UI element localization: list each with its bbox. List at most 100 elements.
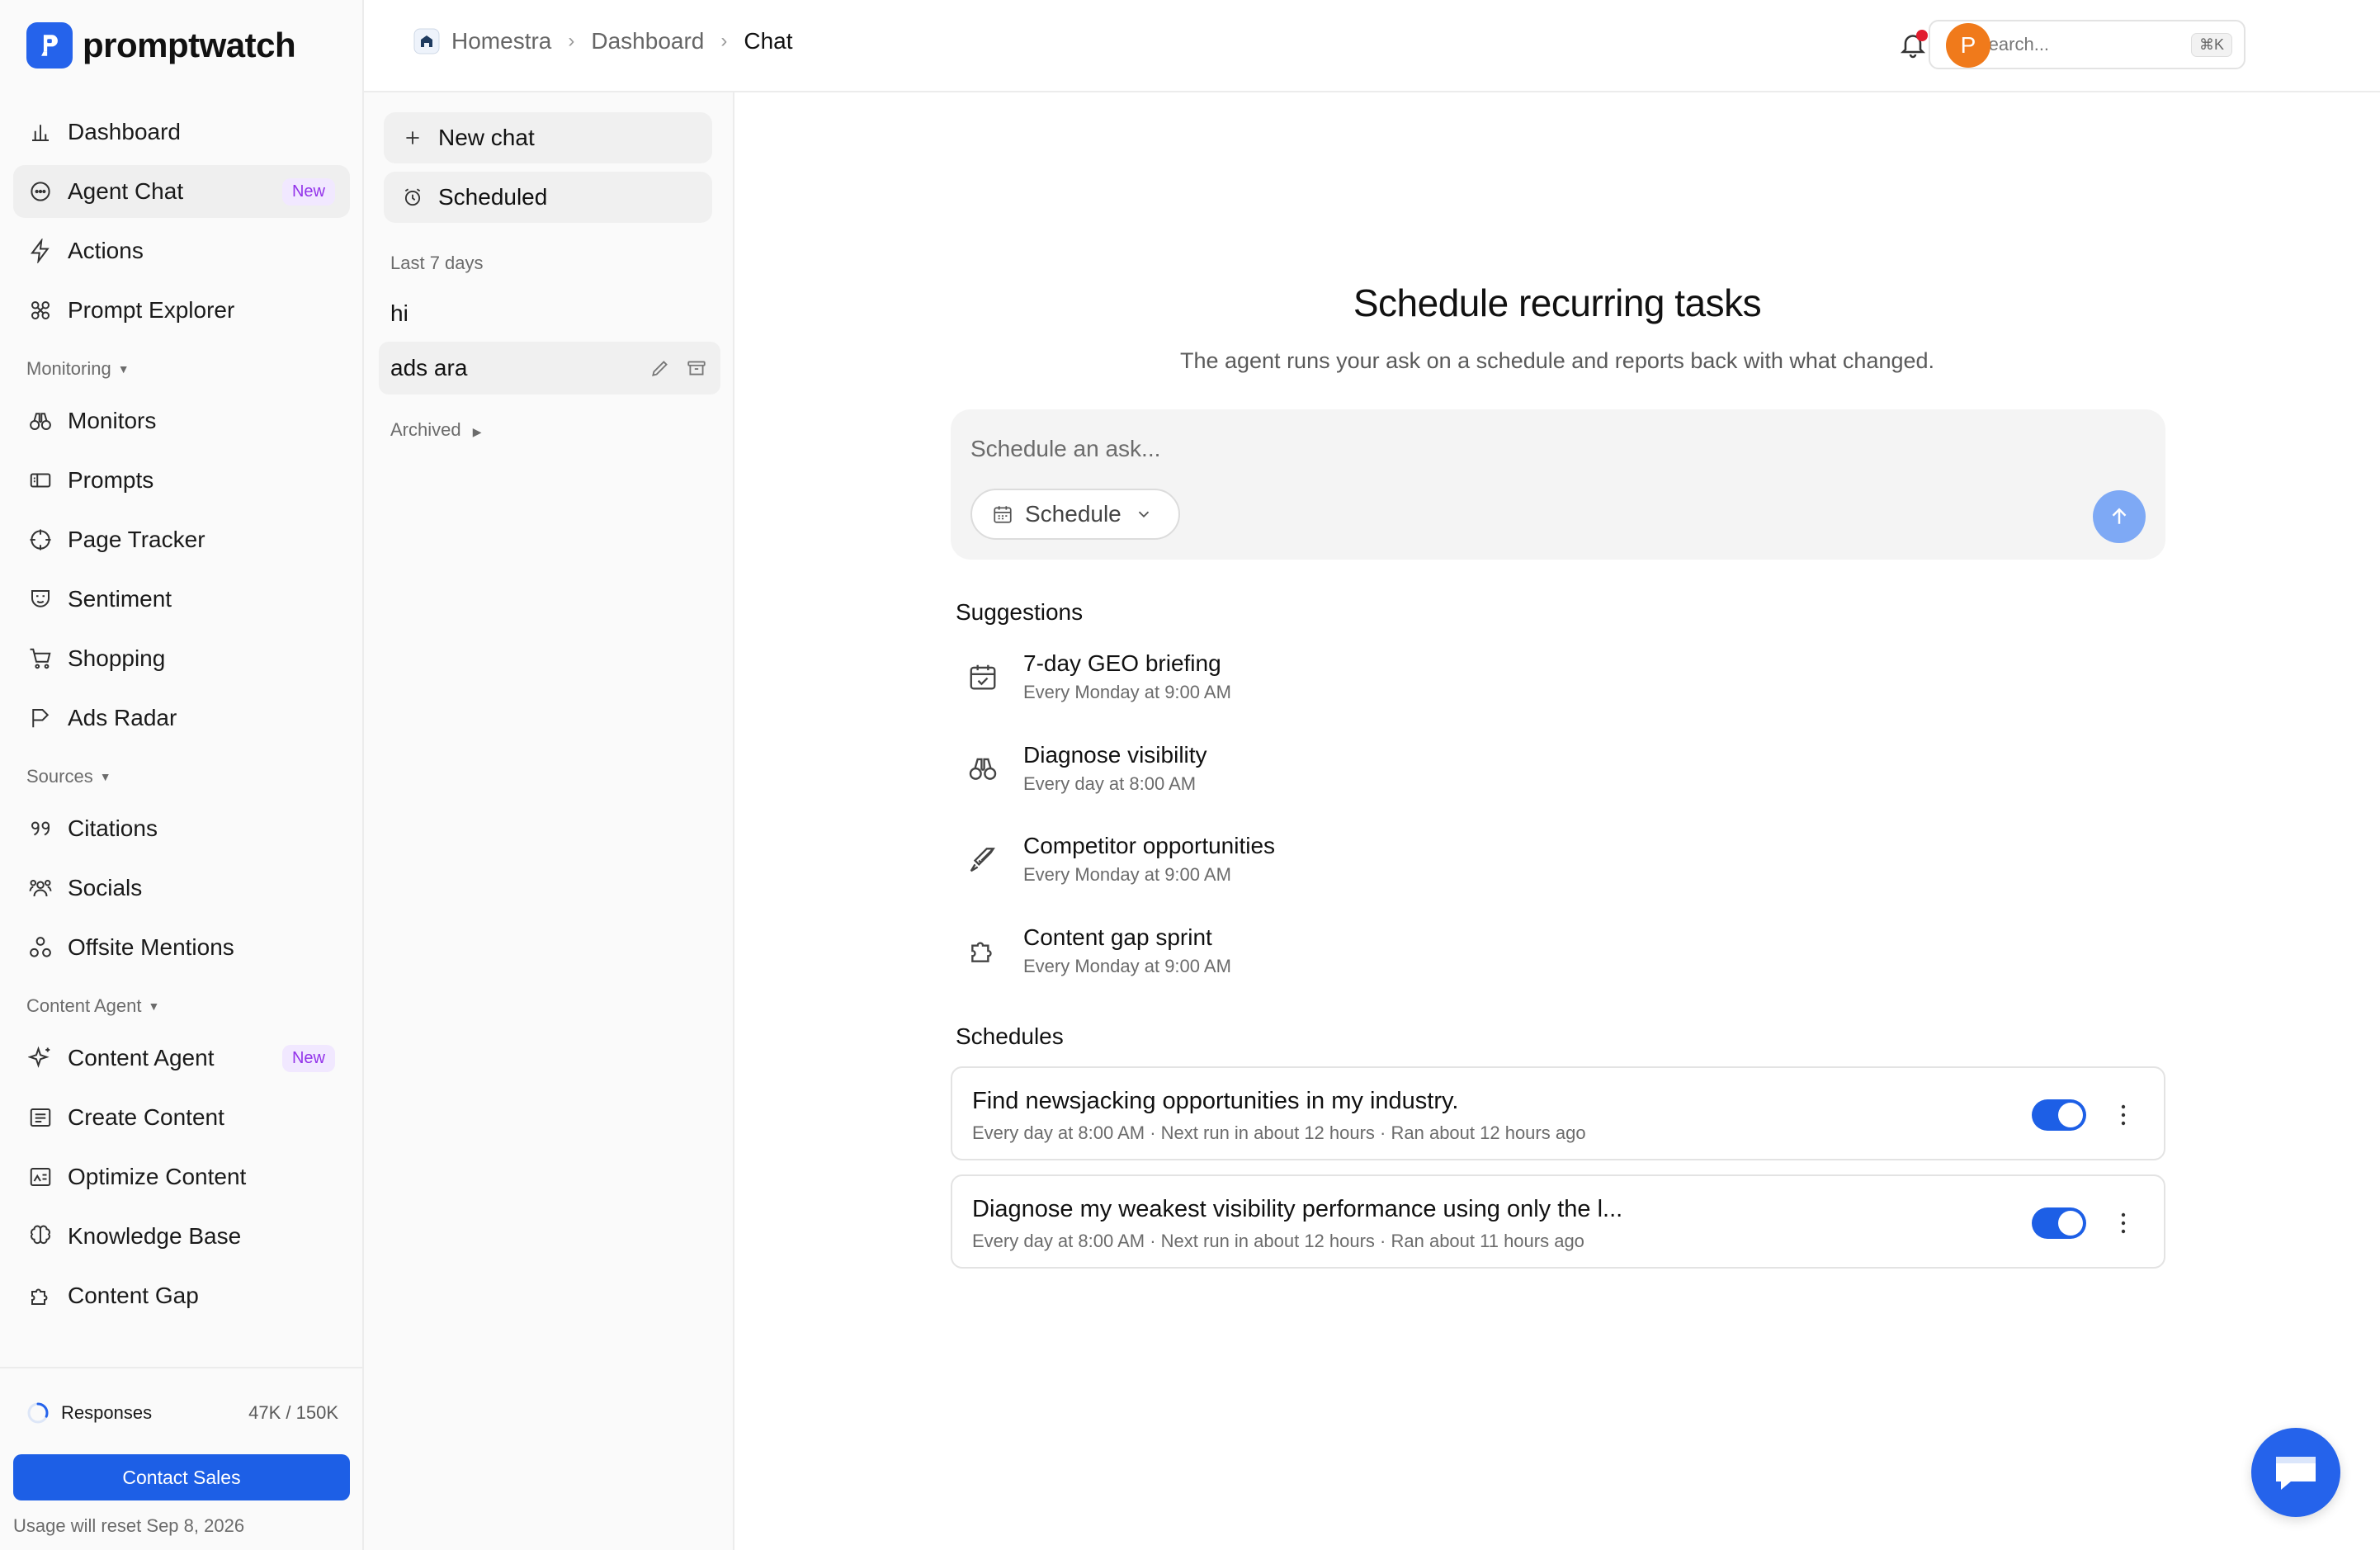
new-chat-button[interactable]: New chat — [384, 112, 712, 163]
sidebar: promptwatch Dashboard Agent Chat New Act… — [0, 0, 364, 1550]
sidebar-item-content-agent[interactable]: Content Agent New — [13, 1032, 350, 1085]
quote-icon — [31, 821, 50, 836]
send-button[interactable] — [2093, 490, 2146, 543]
schedule-ask-input[interactable]: Schedule an ask... — [970, 436, 1160, 462]
sidebar-item-dashboard[interactable]: Dashboard — [13, 106, 350, 158]
cart-icon — [30, 648, 51, 669]
sidebar-item-create-content[interactable]: Create Content — [13, 1091, 350, 1144]
section-label: Sources — [26, 766, 93, 787]
sidebar-item-shopping[interactable]: Shopping — [13, 632, 350, 685]
sidebar-item-label: Content Agent — [68, 1045, 215, 1070]
puzzle-icon — [971, 942, 992, 962]
brand-name: promptwatch — [83, 26, 296, 64]
archived-toggle[interactable]: Archived ▶ — [390, 419, 482, 441]
shortcut-hint: ⌘K — [2190, 33, 2232, 57]
breadcrumb: Homestra › Dashboard › Chat — [413, 28, 793, 54]
chat-list-item[interactable]: hi — [379, 287, 720, 340]
section-content-agent[interactable]: Content Agent ▼ — [13, 985, 350, 1027]
suggestions-heading: Suggestions — [956, 599, 1084, 625]
sidebar-item-offsite-mentions[interactable]: Offsite Mentions — [13, 921, 350, 974]
archived-label: Archived — [390, 419, 461, 440]
sidebar-item-label: Ads Radar — [68, 705, 177, 730]
caret-down-icon: ▼ — [117, 362, 130, 376]
sidebar-item-monitors[interactable]: Monitors — [13, 395, 350, 447]
chat-list-item[interactable]: ads ara — [379, 342, 720, 395]
usage-reset-text: Usage will reset Sep 8, 2026 — [13, 1515, 245, 1536]
schedule-toggle[interactable] — [2032, 1099, 2086, 1131]
archive-icon[interactable] — [686, 357, 707, 379]
pencil-icon[interactable] — [649, 357, 671, 379]
sidebar-item-label: Monitors — [68, 408, 157, 433]
progress-ring-icon — [27, 1402, 49, 1424]
caret-right-icon: ▶ — [472, 425, 482, 438]
schedule-meta: Every day at 8:00 AM · Next run in about… — [972, 1122, 1586, 1143]
usage-label: Responses — [61, 1402, 153, 1423]
more-vertical-icon[interactable] — [2119, 1209, 2127, 1237]
schedule-title: Find newsjacking opportunities in my ind… — [972, 1088, 1459, 1114]
suggestion-schedule: Every Monday at 9:00 AM — [1023, 682, 1231, 702]
notification-dot — [1916, 30, 1928, 41]
new-chat-label: New chat — [438, 125, 535, 150]
section-monitoring[interactable]: Monitoring ▼ — [13, 348, 350, 390]
suggestion-item[interactable]: Diagnose visibility Every day at 8:00 AM — [967, 729, 1710, 808]
section-sources[interactable]: Sources ▼ — [13, 756, 350, 797]
caret-down-icon: ▼ — [99, 770, 111, 783]
suggestion-item[interactable]: Content gap sprint Every Monday at 9:00 A… — [967, 911, 1710, 990]
suggestion-title: Competitor opportunities — [1023, 833, 1276, 858]
sidebar-item-actions[interactable]: Actions — [13, 224, 350, 277]
scheduled-button[interactable]: Scheduled — [384, 172, 712, 223]
support-chat-button[interactable] — [2251, 1428, 2340, 1517]
schedule-toggle[interactable] — [2032, 1207, 2086, 1239]
top-bar: Homestra › Dashboard › Chat Search... ⌘K… — [364, 0, 2380, 92]
nodes-icon — [30, 937, 51, 957]
sidebar-item-page-tracker[interactable]: Page Tracker — [13, 513, 350, 566]
chat-list-panel: New chat Scheduled Last 7 days hi ads ar… — [364, 92, 734, 1550]
brand-logo[interactable]: promptwatch — [26, 21, 296, 69]
breadcrumb-section[interactable]: Dashboard — [591, 28, 704, 54]
breadcrumb-project[interactable]: Homestra — [451, 28, 551, 54]
sidebar-item-content-gap[interactable]: Content Gap — [13, 1269, 350, 1322]
contact-sales-button[interactable]: Contact Sales — [13, 1454, 350, 1500]
sidebar-item-sentiment[interactable]: Sentiment — [13, 573, 350, 626]
bar-chart-icon — [32, 125, 49, 141]
sidebar-item-knowledge-base[interactable]: Knowledge Base — [13, 1210, 350, 1263]
more-vertical-icon[interactable] — [2119, 1101, 2127, 1129]
sidebar-item-agent-chat[interactable]: Agent Chat New — [13, 165, 350, 218]
sidebar-item-prompt-explorer[interactable]: Prompt Explorer — [13, 284, 350, 337]
page-title: Schedule recurring tasks — [1353, 281, 1762, 324]
sidebar-item-label: Prompts — [68, 467, 154, 493]
schedule-meta: Every day at 8:00 AM · Next run in about… — [972, 1231, 1584, 1251]
schedule-dropdown[interactable]: Schedule — [970, 489, 1180, 540]
sidebar-item-label: Create Content — [68, 1104, 224, 1130]
section-label: Monitoring — [26, 358, 111, 379]
sidebar-item-socials[interactable]: Socials — [13, 862, 350, 914]
suggestion-item[interactable]: 7-day GEO briefing Every Monday at 9:00 A… — [967, 637, 1710, 716]
schedule-card[interactable]: Find newsjacking opportunities in my ind… — [951, 1066, 2165, 1160]
binoculars-icon — [30, 413, 51, 430]
schedule-button-label: Schedule — [1025, 501, 1122, 527]
image-text-icon — [30, 1168, 51, 1186]
sidebar-item-ads-radar[interactable]: Ads Radar — [13, 692, 350, 744]
schedule-card[interactable]: Diagnose my weakest visibility performan… — [951, 1174, 2165, 1269]
sidebar-item-prompts[interactable]: Prompts — [13, 454, 350, 507]
suggestion-item[interactable]: Competitor opportunities Every Monday at … — [967, 820, 1710, 899]
sidebar-item-label: Content Gap — [68, 1283, 199, 1308]
chevron-down-icon — [1138, 511, 1149, 518]
sidebar-item-citations[interactable]: Citations — [13, 802, 350, 855]
sidebar-item-label: Actions — [68, 238, 144, 263]
page-subtitle: The agent runs your ask on a schedule an… — [1179, 348, 1935, 373]
project-house-icon — [413, 28, 440, 54]
sidebar-item-optimize-content[interactable]: Optimize Content — [13, 1151, 350, 1203]
suggestion-title: 7-day GEO briefing — [1023, 650, 1221, 676]
target-icon — [30, 529, 51, 551]
brain-icon — [31, 1225, 50, 1245]
suggestion-schedule: Every Monday at 9:00 AM — [1023, 956, 1231, 976]
chevron-right-icon: › — [568, 30, 575, 52]
scheduled-label: Scheduled — [438, 184, 548, 210]
avatar[interactable]: P — [1946, 23, 1990, 68]
sword-icon — [970, 848, 995, 872]
prompt-icon — [30, 473, 51, 488]
suggestion-title: Content gap sprint — [1023, 924, 1212, 950]
suggestion-schedule: Every Monday at 9:00 AM — [1023, 864, 1231, 885]
caret-down-icon: ▼ — [148, 999, 160, 1013]
